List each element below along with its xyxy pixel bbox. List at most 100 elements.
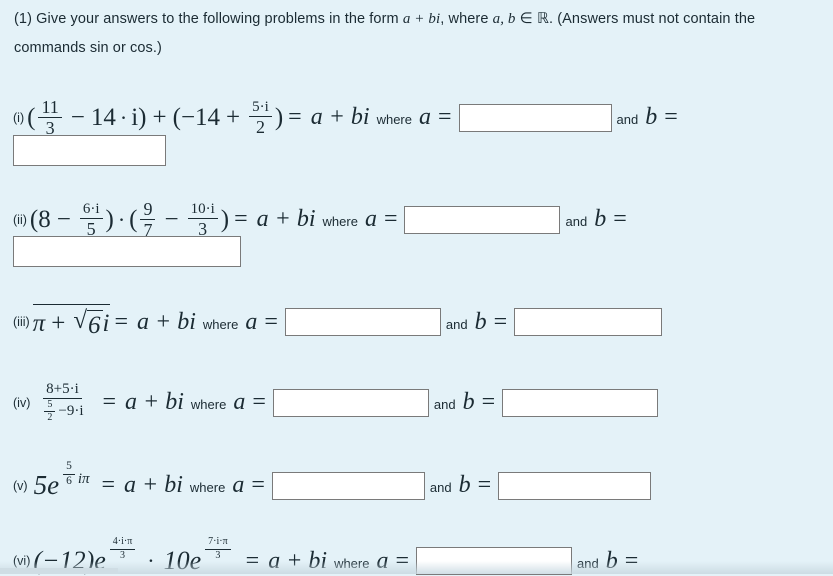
a-variable-ii: a — [364, 206, 377, 233]
b-equals-sign-vi: = — [624, 547, 639, 574]
a-plus-bi-iv: a + bi — [125, 389, 184, 416]
instructions-text-b: , where — [440, 11, 489, 27]
a-variable-i: a — [419, 104, 431, 131]
where-label-v: where — [189, 480, 226, 495]
and-label-i: and — [616, 112, 639, 128]
fraction-6i-over-5: 6·i 5 — [79, 201, 103, 239]
term-minus-14: −14 — [180, 103, 221, 131]
denominator-rest: −9·i — [58, 403, 84, 420]
instructions-number: (1) — [14, 11, 33, 27]
term-8: 8 — [38, 205, 51, 233]
problem-expression-ii: ( 8 − 6·i 5 ) · ( 9 7 − 10·i 3 ) — [29, 199, 230, 241]
problem-expression-i: ( 11 3 − 14 · i) + ( −14 + 5·i 2 ) — [27, 97, 284, 139]
imaginary-unit-iii: i — [102, 310, 110, 337]
exponent-v: 5 6 iπ — [60, 461, 90, 487]
answer-input-v-b[interactable] — [498, 471, 652, 500]
a-equals-sign-v: = — [251, 472, 265, 498]
fraction-denominator-iv: 5 2 −9·i — [38, 399, 86, 423]
equals-sign-iii: = — [114, 308, 129, 335]
and-label-ii: and — [565, 214, 588, 230]
square-root: √ 6 — [73, 307, 103, 340]
answer-input-ii-b[interactable] — [13, 236, 241, 267]
exponent-fraction-5-over-6: 5 6 — [63, 461, 75, 487]
b-variable-vi: b — [605, 547, 618, 574]
conjugate-overbar: π + √ 6 i — [32, 304, 110, 340]
b-variable-iii: b — [474, 308, 487, 335]
and-label-iii: and — [445, 316, 468, 332]
term-14: 14 — [90, 103, 116, 131]
answer-input-i-b[interactable] — [13, 135, 166, 166]
b-variable-iv: b — [462, 389, 475, 416]
problem-row-iii: (iii) π + √ 6 i = a + bi where a = and b… — [13, 304, 663, 340]
b-equals-sign-v: = — [477, 472, 492, 498]
exponent-vi-1: 4·i·π 3 — [107, 537, 139, 560]
where-label-iv: where — [190, 397, 227, 413]
a-equals-sign-ii: = — [383, 206, 398, 233]
where-label-ii: where — [322, 214, 358, 230]
instructions-paragraph: (1) Give your answers to the following p… — [14, 5, 820, 63]
a-equals-sign-iii: = — [264, 308, 278, 335]
radicand: 6 — [87, 310, 103, 339]
exponent-fraction-4ipi-over-3: 4·i·π 3 — [109, 537, 136, 560]
element-of-icon: ∈ — [519, 11, 533, 27]
problem-expression-iv: 8+5·i 5 2 −9·i — [33, 381, 89, 424]
variable-list: a, b — [492, 11, 516, 27]
equals-sign-v: = — [101, 472, 116, 498]
a-plus-bi-vi: a + bi — [268, 547, 328, 574]
problem-label-vi: (vi) — [13, 554, 31, 568]
problem-expression-iii: π + √ 6 i — [32, 304, 110, 340]
problem-row-iv: (iv) 8+5·i 5 2 −9·i = a + bi where a = a… — [13, 381, 659, 424]
answer-input-iii-b[interactable] — [514, 308, 663, 336]
where-label-iii: where — [202, 316, 239, 332]
answer-input-i-a[interactable] — [458, 103, 612, 132]
and-label-v: and — [429, 480, 452, 495]
a-equals-sign-iv: = — [252, 389, 266, 416]
problem-label-ii: (ii) — [13, 212, 27, 227]
a-equals-sign-i: = — [438, 104, 452, 131]
fraction-9-over-7: 9 7 — [140, 200, 156, 240]
imaginary-unit: i — [131, 103, 139, 131]
fraction-5i-over-2: 5·i 2 — [249, 99, 272, 137]
answer-input-v-a[interactable] — [271, 471, 425, 500]
complex-fraction-iv: 8+5·i 5 2 −9·i — [38, 381, 86, 424]
answer-input-iii-a[interactable] — [284, 308, 441, 336]
fraction-numerator-iv: 8+5·i — [43, 381, 82, 400]
coefficient-5e: 5e — [33, 470, 60, 500]
a-variable-vi: a — [376, 547, 389, 574]
coefficient-10e: 10e — [163, 546, 202, 575]
answer-input-iv-a[interactable] — [272, 388, 429, 417]
problem-row-v: (v) 5e 5 6 iπ = a + bi where a = and b = — [13, 461, 652, 501]
pi-symbol: π — [32, 310, 46, 337]
b-variable-i: b — [645, 104, 658, 131]
b-equals-sign-ii: = — [613, 206, 627, 233]
problem-row-i: (i) ( 11 3 − 14 · i) + ( −14 + 5·i 2 ) =… — [13, 98, 685, 138]
exponent-i-pi: iπ — [77, 470, 90, 487]
b-equals-sign-iii: = — [493, 308, 508, 335]
exponent-vi-2: 7·i·π 3 — [202, 537, 234, 560]
a-variable-iv: a — [233, 389, 246, 416]
a-variable-iii: a — [245, 308, 258, 335]
a-equals-sign-vi: = — [395, 547, 410, 574]
a-plus-bi-i: a + bi — [310, 104, 370, 131]
answer-input-iv-b[interactable] — [502, 388, 659, 417]
exponent-fraction-7ipi-over-3: 7·i·π 3 — [205, 537, 231, 560]
problem-row-ii: (ii) ( 8 − 6·i 5 ) · ( 9 7 − 10·i 3 ) = … — [13, 200, 634, 240]
equals-sign-i: = — [288, 104, 302, 131]
problem-label-i: (i) — [13, 110, 25, 125]
inner-fraction-5-over-2: 5 2 — [44, 400, 56, 423]
answer-input-ii-a[interactable] — [404, 205, 561, 234]
b-equals-sign-i: = — [664, 104, 678, 131]
b-equals-sign-iv: = — [481, 389, 496, 416]
fraction-11-over-3: 11 3 — [38, 98, 62, 138]
radical-sign-icon: √ — [73, 307, 88, 334]
form-expression: a + bi — [402, 11, 441, 27]
a-plus-bi-iii: a + bi — [137, 308, 196, 335]
a-plus-bi-ii: a + bi — [256, 206, 316, 233]
and-label-vi: and — [577, 555, 599, 571]
answer-input-vi-a[interactable] — [416, 547, 573, 575]
b-variable-ii: b — [594, 206, 607, 233]
equals-sign-iv: = — [102, 389, 117, 416]
fraction-10i-over-3: 10·i 3 — [187, 201, 218, 239]
where-label-i: where — [376, 112, 412, 128]
problem-expression-v: 5e 5 6 iπ — [31, 461, 90, 501]
